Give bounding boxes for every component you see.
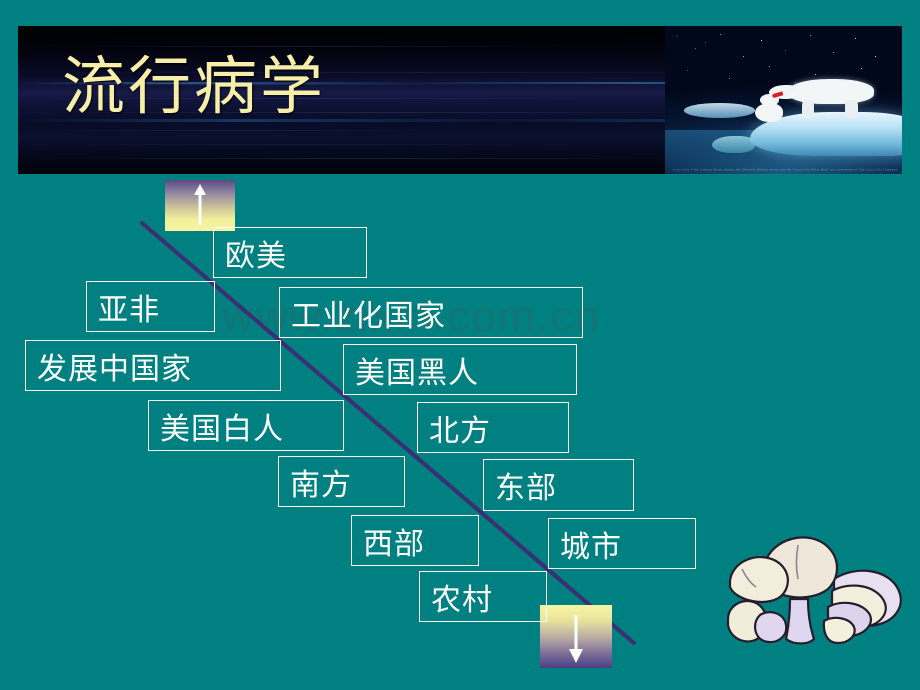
label-box[interactable]: 南方 xyxy=(278,456,405,507)
polar-bear-leg-front xyxy=(802,100,815,118)
presentation-slide: Coca-Cola ® the Contour Bottle design, t… xyxy=(0,0,920,690)
polar-bear-body xyxy=(788,79,874,105)
label-box[interactable]: 欧美 xyxy=(213,227,367,278)
arrow-up-icon xyxy=(194,184,206,225)
polar-bear-photo: Coca-Cola ® the Contour Bottle design, t… xyxy=(665,26,902,174)
label-box-text: 北方 xyxy=(429,414,491,448)
label-box[interactable]: 城市 xyxy=(548,518,696,569)
label-box-text: 美国白人 xyxy=(160,412,284,446)
label-box-text: 南方 xyxy=(290,468,352,502)
label-box-text: 亚非 xyxy=(98,293,160,327)
star-icon xyxy=(729,78,730,79)
label-box[interactable]: 西部 xyxy=(351,515,479,566)
label-box-text: 城市 xyxy=(560,530,622,564)
star-icon xyxy=(705,42,706,43)
star-icon xyxy=(720,34,721,35)
star-icon xyxy=(861,68,862,69)
star-icon xyxy=(769,66,770,67)
label-box[interactable]: 北方 xyxy=(417,402,569,453)
label-box-text: 工业化国家 xyxy=(291,299,446,333)
label-box-text: 西部 xyxy=(363,527,425,561)
star-icon xyxy=(677,36,678,37)
star-icon xyxy=(687,70,688,71)
mushrooms-clipart xyxy=(726,536,902,645)
star-icon xyxy=(815,74,816,75)
label-box[interactable]: 美国白人 xyxy=(148,400,344,451)
down-arrow-box xyxy=(540,605,612,668)
star-icon xyxy=(845,80,846,81)
label-box[interactable]: 农村 xyxy=(419,571,547,622)
small-ice-floe xyxy=(683,102,756,118)
star-icon xyxy=(875,56,876,57)
page-title: 流行病学 xyxy=(62,52,326,122)
polar-bear-leg-rear xyxy=(845,100,859,118)
light-streak xyxy=(18,144,575,145)
title-banner: Coca-Cola ® the Contour Bottle design, t… xyxy=(18,26,902,174)
label-box[interactable]: 东部 xyxy=(483,459,634,511)
photo-credit-text: Coca-Cola ® the Contour Bottle design, t… xyxy=(672,168,898,172)
up-arrow-box xyxy=(165,180,235,231)
star-icon xyxy=(785,50,786,51)
light-streak xyxy=(18,46,593,47)
ice-chunk-foreground xyxy=(712,135,756,154)
star-icon xyxy=(761,40,762,41)
label-box-text: 欧美 xyxy=(225,239,287,273)
star-icon xyxy=(833,52,834,53)
label-box-text: 发展中国家 xyxy=(37,352,192,386)
label-box-text: 农村 xyxy=(431,583,493,617)
label-box-text: 美国黑人 xyxy=(355,356,479,390)
label-box-text: 东部 xyxy=(495,472,557,505)
star-icon xyxy=(743,56,744,57)
light-streak xyxy=(18,158,699,159)
star-icon xyxy=(810,35,811,36)
arrow-down-icon xyxy=(569,615,583,663)
star-icon xyxy=(695,48,696,49)
star-icon xyxy=(795,82,796,83)
star-icon xyxy=(855,38,856,39)
light-streak xyxy=(18,130,452,131)
label-box[interactable]: 美国黑人 xyxy=(343,344,577,395)
label-box[interactable]: 亚非 xyxy=(86,281,215,332)
label-box[interactable]: 工业化国家 xyxy=(279,287,583,338)
label-box[interactable]: 发展中国家 xyxy=(25,340,281,391)
